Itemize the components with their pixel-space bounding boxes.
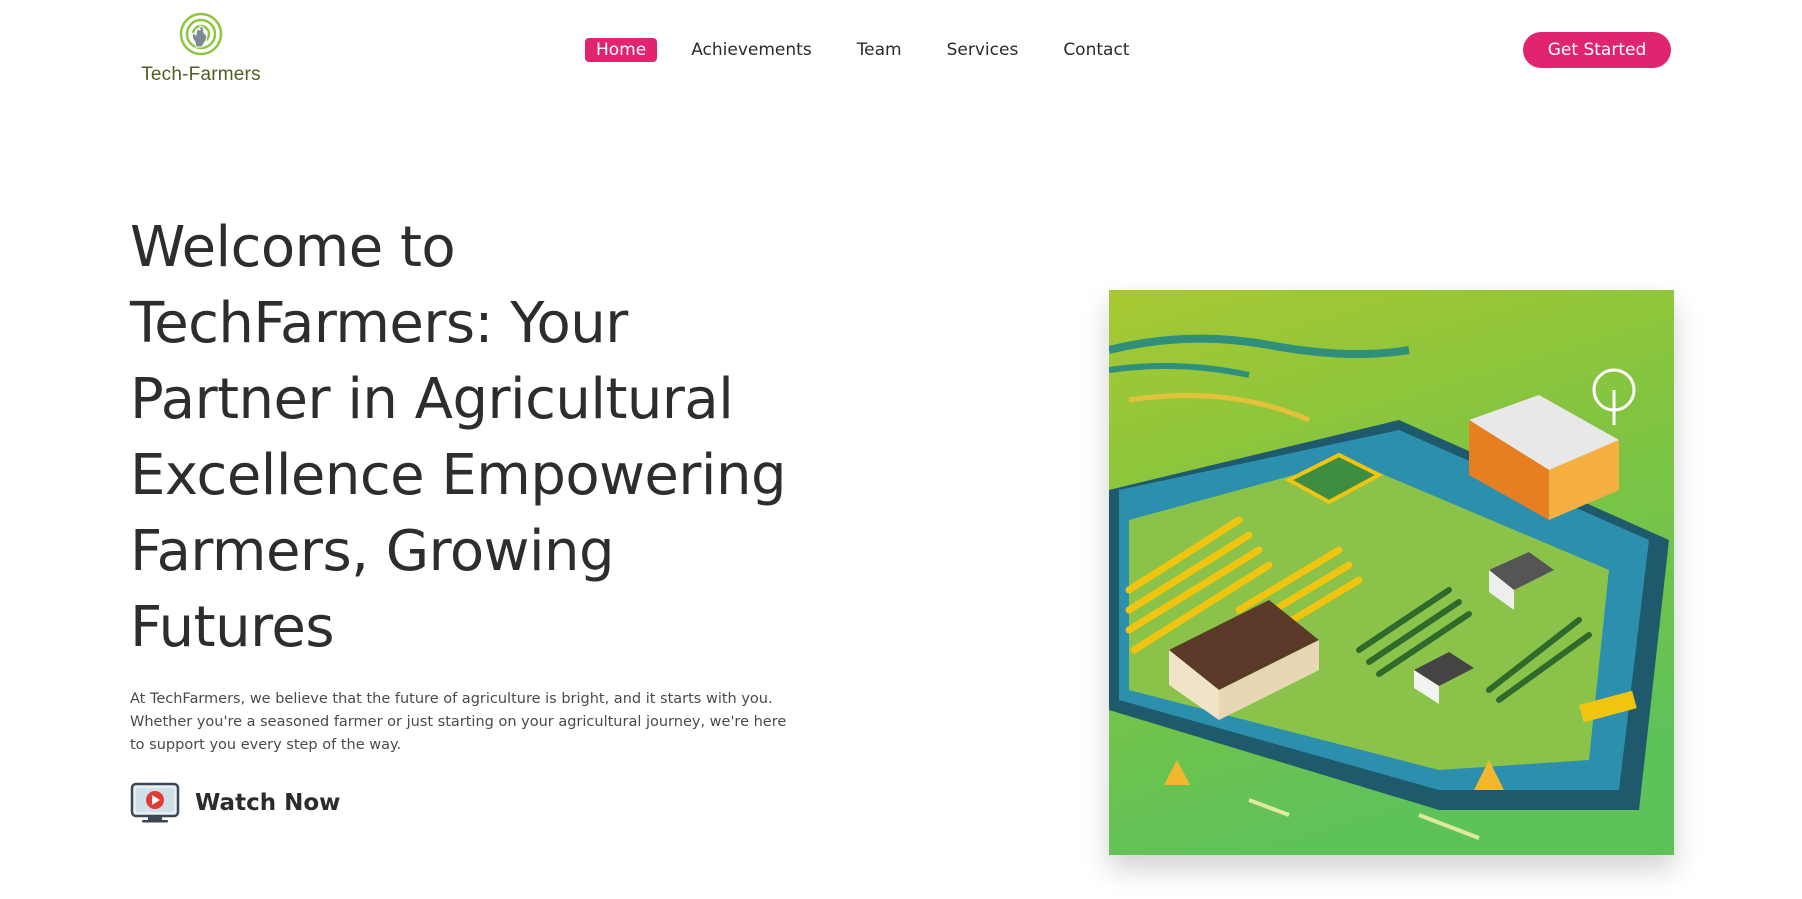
get-started-button[interactable]: Get Started (1523, 32, 1671, 68)
farm-illustration-art (1109, 290, 1674, 855)
brand-logo[interactable]: Tech-Farmers (141, 12, 261, 86)
watch-now-label: Watch Now (195, 790, 341, 816)
nav-achievements[interactable]: Achievements (691, 37, 811, 63)
hero-description: At TechFarmers, we believe that the futu… (130, 691, 787, 753)
nav-home[interactable]: Home (585, 38, 658, 62)
hero-title: Welcome to TechFarmers: Your Partner in … (130, 215, 787, 660)
watch-now-button[interactable]: Watch Now (130, 782, 340, 824)
nav-contact[interactable]: Contact (1063, 37, 1129, 63)
main-nav: Home Achievements Team Services Contact (585, 37, 1129, 63)
nav-services[interactable]: Services (947, 37, 1019, 63)
brand-name: Tech-Farmers (141, 64, 261, 85)
video-play-icon (130, 782, 180, 823)
nav-team[interactable]: Team (857, 37, 902, 63)
logo-mark-icon (179, 12, 223, 56)
farm-illustration (1109, 290, 1674, 855)
